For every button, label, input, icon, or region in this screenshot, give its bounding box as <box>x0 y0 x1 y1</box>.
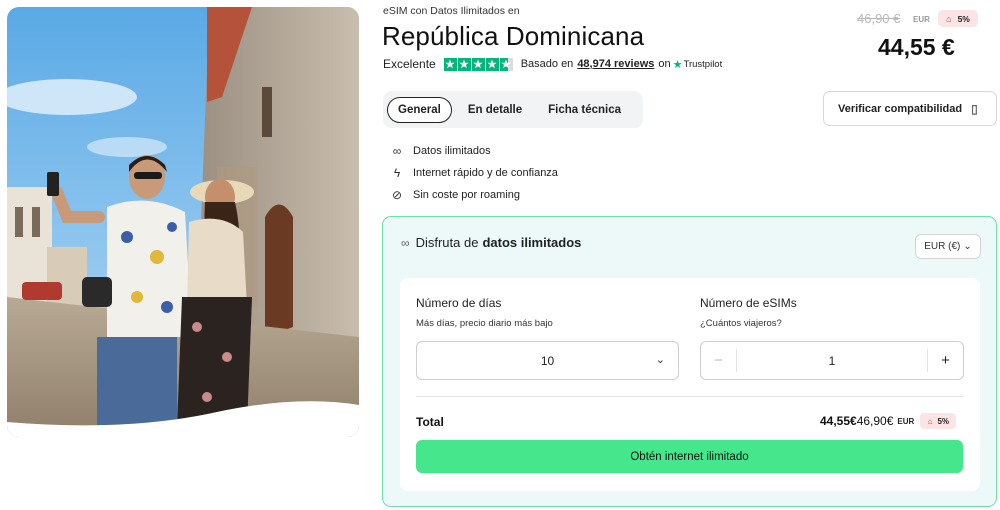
phone-check-icon: ▯ <box>971 101 978 116</box>
old-price: 46,90 € <box>857 11 901 26</box>
half-star-icon <box>499 57 513 71</box>
trustpilot-star-icon: ★ <box>672 58 683 71</box>
check-compatibility-button[interactable]: Verificar compatibilidad ▯ <box>823 91 997 126</box>
tab-details[interactable]: En detalle <box>458 98 532 122</box>
chevron-down-icon: ⌄ <box>963 241 972 252</box>
rating-row: Excelente Basado en 48,974 reviews on ★ … <box>383 57 722 71</box>
chevron-down-icon: ⌄ <box>655 354 665 366</box>
tag-icon: ⌂ <box>927 416 933 426</box>
star-rating <box>443 57 513 71</box>
currency-value: EUR (€) <box>924 241 961 252</box>
card-heading-bold: datos ilimitados <box>482 235 582 250</box>
current-price: 44,55 € <box>878 34 955 60</box>
days-sublabel: Más días, precio diario más bajo <box>416 318 553 329</box>
star-icon <box>471 57 485 71</box>
divider <box>416 396 963 397</box>
tab-general[interactable]: General <box>387 96 452 123</box>
total-label: Total <box>416 415 444 429</box>
rating-label: Excelente <box>383 57 436 71</box>
discount-value: 5% <box>957 13 970 24</box>
bolt-icon: ϟ <box>393 166 401 180</box>
days-select[interactable]: 10 ⌄ <box>416 341 679 380</box>
purchase-card: ∞ Disfruta de datos ilimitados EUR (€) ⌄… <box>382 216 997 507</box>
eyebrow-text: eSIM con Datos Ilimitados en <box>383 5 520 17</box>
feature-label: Datos ilimitados <box>413 145 491 157</box>
decrement-button[interactable]: − <box>701 349 737 372</box>
feature-list: ∞ Datos ilimitados ϟ Internet rápido y d… <box>389 140 558 206</box>
esims-value[interactable]: 1 <box>737 342 927 379</box>
feature-item: ⊘ Sin coste por roaming <box>389 184 558 206</box>
no-roaming-icon: ⊘ <box>391 188 403 202</box>
infinity-icon: ∞ <box>392 144 402 158</box>
star-icon <box>485 57 499 71</box>
discount-badge: ⌂ 5% <box>938 10 978 27</box>
feature-label: Internet rápido y de confianza <box>413 167 558 179</box>
feature-item: ϟ Internet rápido y de confianza <box>389 162 558 184</box>
total-price-group: 44,55€ 46,90€ EUR ⌂ 5% <box>820 413 957 429</box>
get-unlimited-internet-button[interactable]: Obtén internet ilimitado <box>416 440 963 473</box>
tag-icon: ⌂ <box>946 13 952 24</box>
card-heading: ∞ Disfruta de datos ilimitados <box>401 235 581 250</box>
esims-stepper: − 1 + <box>700 341 964 380</box>
infinity-icon: ∞ <box>401 235 410 250</box>
total-price: 44,55€ <box>820 414 857 428</box>
discount-value: 5% <box>937 416 949 426</box>
total-old-price: 46,90€ <box>856 414 894 428</box>
days-value: 10 <box>540 353 555 368</box>
card-heading-prefix: Disfruta de <box>415 235 479 250</box>
discount-badge: ⌂ 5% <box>920 413 957 429</box>
esims-label: Número de eSIMs <box>700 296 797 310</box>
star-icon <box>457 57 471 71</box>
page-title: República Dominicana <box>382 21 645 51</box>
currency-select[interactable]: EUR (€) ⌄ <box>915 234 981 259</box>
check-compatibility-label: Verificar compatibilidad <box>838 102 963 115</box>
on-text: on <box>658 58 671 70</box>
based-on-text: Basado en <box>520 58 574 70</box>
trustpilot-logo: Trustpilot <box>683 58 723 70</box>
reviews-link[interactable]: 48,974 reviews <box>577 58 654 70</box>
total-currency: EUR <box>897 416 915 426</box>
increment-button[interactable]: + <box>927 349 963 372</box>
esims-sublabel: ¿Cuántos viajeros? <box>700 318 782 329</box>
star-icon <box>443 57 457 71</box>
old-price-currency: EUR <box>913 15 930 24</box>
feature-label: Sin coste por roaming <box>413 189 520 201</box>
tab-bar: General En detalle Ficha técnica <box>383 91 643 128</box>
tab-spec-sheet[interactable]: Ficha técnica <box>538 98 631 122</box>
feature-item: ∞ Datos ilimitados <box>389 140 558 162</box>
hero-image <box>7 7 359 437</box>
plan-config-panel: Número de días Más días, precio diario m… <box>400 278 980 491</box>
days-label: Número de días <box>416 296 502 310</box>
